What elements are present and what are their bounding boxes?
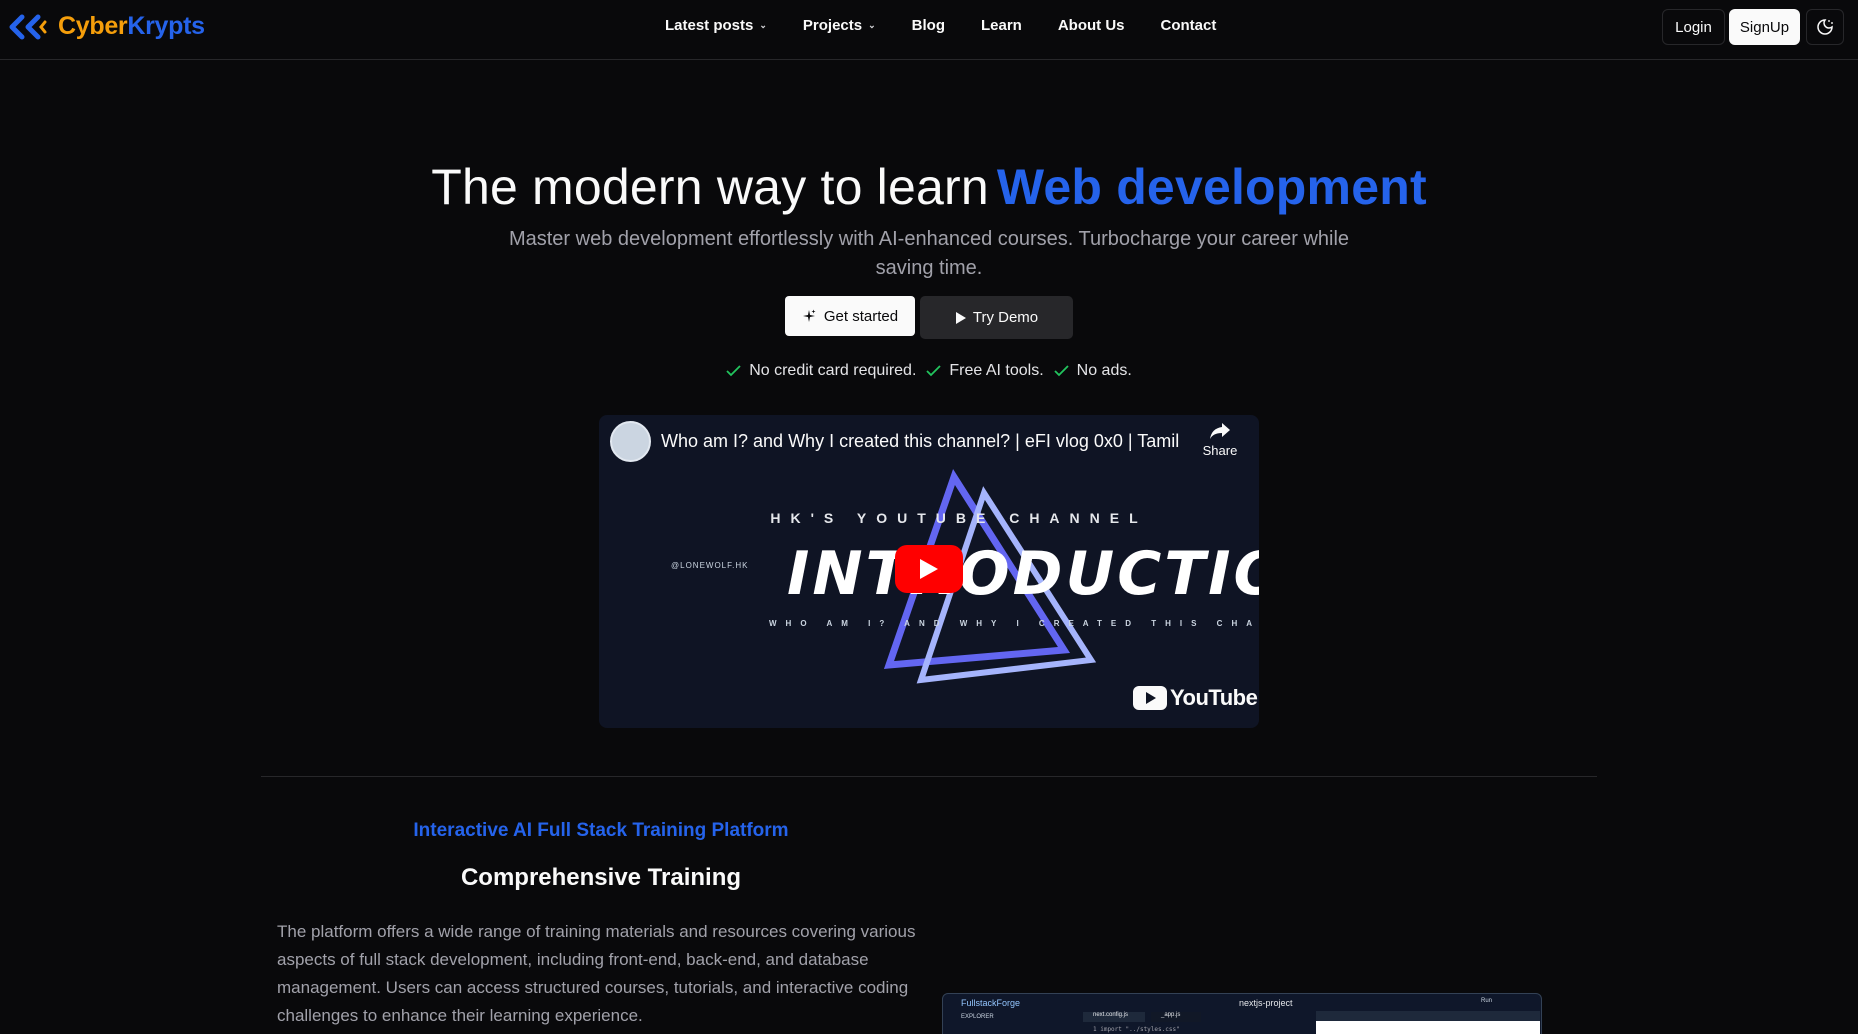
- logo-chevrons-icon: [9, 14, 47, 39]
- editor-project-name: nextjs-project: [1239, 998, 1293, 1008]
- video-channel-banner: HK'S YOUTUBE CHANNEL: [770, 510, 1148, 526]
- hero-subtitle: Master web development effortlessly with…: [508, 228, 1350, 279]
- brand-name: CyberKrypts: [58, 12, 205, 41]
- youtube-logo[interactable]: YouTube: [1133, 685, 1258, 711]
- play-icon: [920, 559, 938, 579]
- feature-eyebrow: Interactive AI Full Stack Training Platf…: [413, 820, 789, 841]
- brand-name-part1: Cyber: [58, 12, 128, 40]
- youtube-video-embed[interactable]: Who am I? and Why I created this channel…: [599, 415, 1259, 728]
- editor-brand: FullstackForge: [961, 998, 1021, 1008]
- video-question: WHO AM I? AND WHY I CREATED THIS CHANNEL…: [769, 619, 1259, 628]
- brand-name-part2: Krypts: [127, 12, 205, 40]
- nav-contact[interactable]: Contact: [1161, 17, 1217, 34]
- editor-tab: next.config.js: [1083, 1012, 1145, 1022]
- editor-code-line: 1 import "../styles.css": [1093, 1026, 1180, 1033]
- login-button[interactable]: Login: [1662, 9, 1725, 45]
- nav-latest-posts-label: Latest posts: [665, 17, 754, 34]
- perk-label: Free AI tools.: [949, 362, 1044, 379]
- get-started-label: Get started: [823, 307, 899, 325]
- check-icon: [1054, 365, 1069, 377]
- section-divider: [261, 776, 1597, 777]
- perk-label: No ads.: [1076, 362, 1132, 379]
- editor-run-label: Run: [1481, 998, 1493, 1004]
- perk-item: Free AI tools.: [926, 362, 1044, 380]
- hero-title-highlight: Web development: [996, 159, 1427, 215]
- play-icon: [955, 311, 966, 324]
- play-video-button[interactable]: [895, 545, 963, 593]
- feature-body: The platform offers a wide range of trai…: [277, 922, 916, 1025]
- brand-logo[interactable]: CyberKrypts: [8, 12, 205, 41]
- get-started-button[interactable]: Get started: [785, 296, 915, 336]
- feature-title: Comprehensive Training: [460, 864, 742, 891]
- nav-about-us[interactable]: About Us: [1058, 17, 1125, 34]
- share-button[interactable]: Share: [1195, 421, 1245, 467]
- nav-projects[interactable]: Projects ⌄: [803, 17, 876, 34]
- check-icon: [926, 365, 942, 377]
- editor-explorer-label: EXPLORER: [961, 1014, 994, 1020]
- share-arrow-icon: [1210, 423, 1230, 439]
- perk-item: No ads.: [1054, 362, 1132, 380]
- nav-projects-label: Projects: [802, 17, 863, 34]
- perk-item: No credit card required.: [726, 362, 916, 380]
- video-headline: INTRODUCTION: [787, 539, 1259, 609]
- hero-title: The modern way to learn Web development: [0, 158, 1858, 216]
- main-nav: Latest posts ⌄ Projects ⌄ Blog Learn About…: [665, 17, 1252, 34]
- share-label: Share: [1202, 443, 1238, 458]
- signup-button[interactable]: SignUp: [1729, 9, 1800, 45]
- editor-preview-screenshot: FullstackForge nextjs-project Run EXPLOR…: [942, 993, 1542, 1034]
- channel-avatar[interactable]: [610, 421, 651, 462]
- editor-browser-preview: [1316, 1011, 1540, 1034]
- check-icon: [726, 365, 741, 377]
- chevron-down-icon: ⌄: [868, 20, 876, 30]
- video-handle: @LONEWOLF.HK: [671, 561, 749, 570]
- nav-blog[interactable]: Blog: [912, 17, 945, 34]
- editor-preview-bar: [1316, 1011, 1540, 1021]
- editor-tab: _app.js: [1151, 1012, 1201, 1022]
- perk-label: No credit card required.: [749, 362, 917, 379]
- nav-learn[interactable]: Learn: [981, 17, 1022, 34]
- try-demo-label: Try Demo: [972, 309, 1039, 326]
- video-title[interactable]: Who am I? and Why I created this channel…: [661, 431, 1179, 452]
- hero-title-plain: The modern way to learn: [431, 159, 989, 215]
- youtube-wordmark: YouTube: [1170, 685, 1258, 710]
- sparkles-icon: [802, 309, 816, 322]
- youtube-icon: [1133, 686, 1167, 710]
- theme-toggle-button[interactable]: [1806, 9, 1844, 45]
- perks-list: No credit card required. Free AI tools. …: [0, 362, 1858, 380]
- try-demo-button[interactable]: Try Demo: [920, 296, 1073, 339]
- nav-latest-posts[interactable]: Latest posts ⌄: [665, 17, 767, 34]
- chevron-down-icon: ⌄: [759, 20, 767, 30]
- moon-sun-icon: [1817, 19, 1833, 35]
- top-navbar: CyberKrypts Latest posts ⌄ Projects ⌄ Blog…: [0, 0, 1858, 60]
